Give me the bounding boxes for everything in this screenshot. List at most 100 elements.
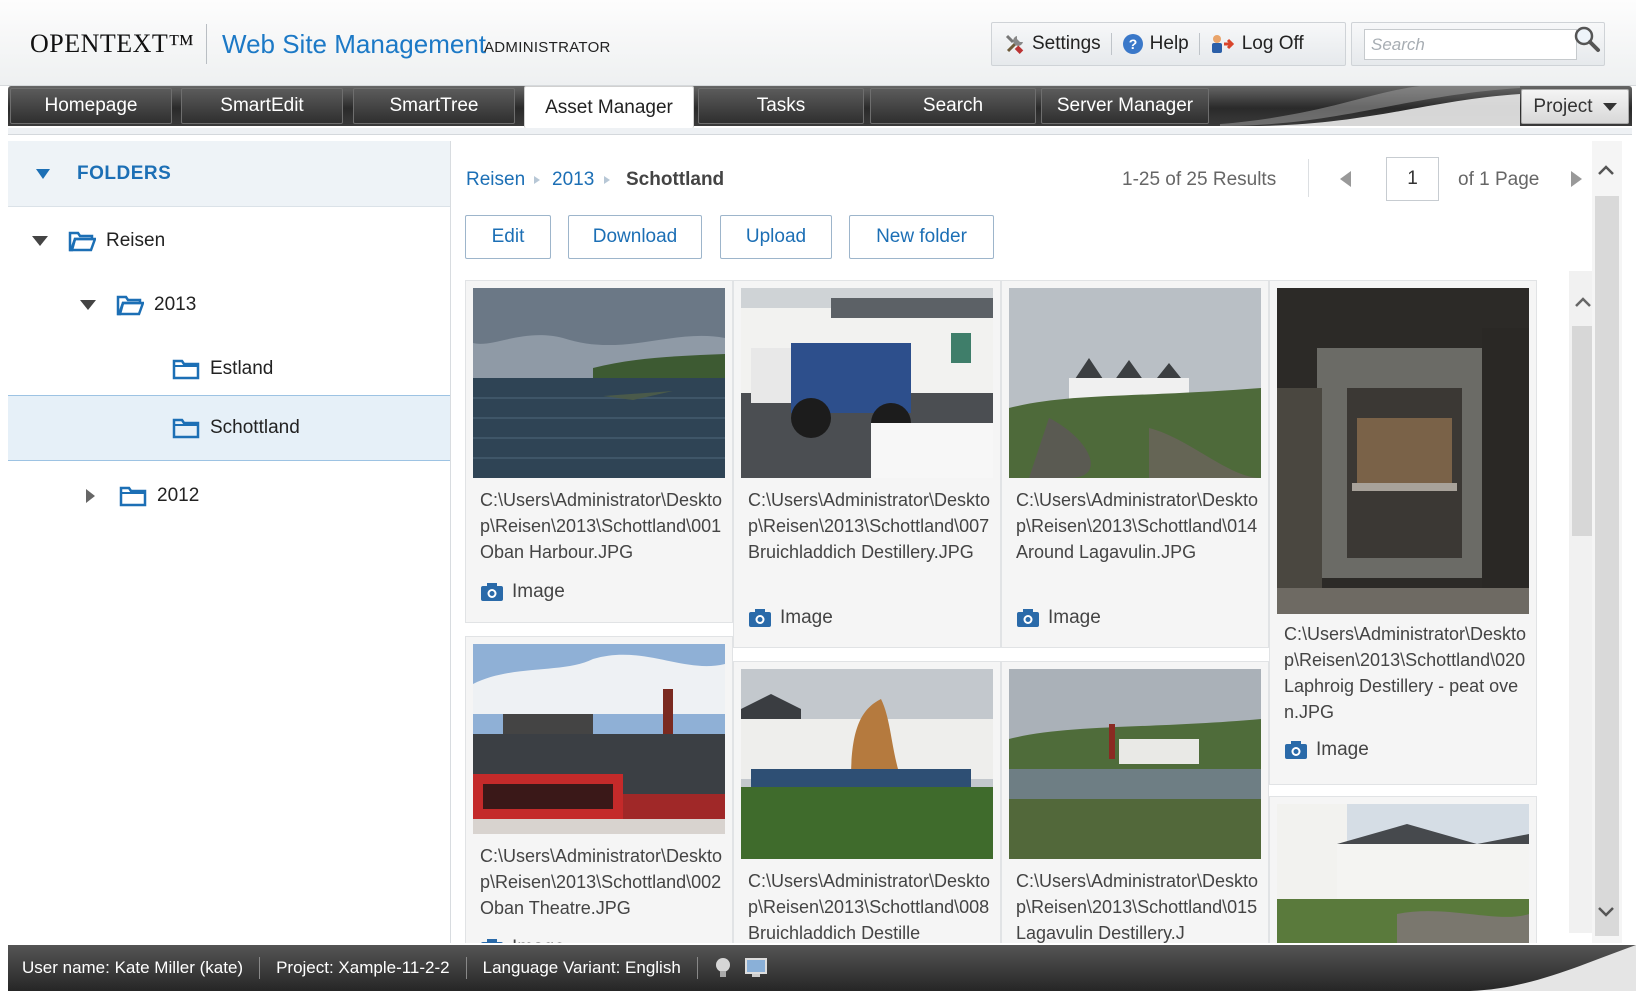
download-button[interactable]: Download	[568, 215, 702, 259]
asset-toolbar: Reisen 2013 Schottland 1-25 of 25 Result…	[452, 141, 1587, 207]
tab-smarttree[interactable]: SmartTree	[353, 88, 515, 124]
folder-icon	[119, 486, 147, 507]
tree-label: 2012	[157, 485, 200, 506]
asset-path: C:\Users\Administrator\Desktop\Reisen\20…	[1016, 871, 1259, 943]
chevron-up-icon[interactable]	[1596, 161, 1616, 181]
status-language: Language Variant: English	[482, 958, 681, 977]
asset-type-label: Image	[780, 607, 833, 628]
tree-item-2013[interactable]: 2013	[8, 272, 450, 338]
logoff-label: Log Off	[1241, 33, 1304, 54]
upload-button[interactable]: Upload	[720, 215, 832, 259]
asset-path: C:\Users\Administrator\Desktop\Reisen\20…	[480, 846, 723, 918]
asset-type: Image	[1016, 607, 1101, 629]
asset-card[interactable]: C:\Users\Administrator\Desktop\Reisen\20…	[733, 661, 1001, 943]
asset-type: Image	[480, 581, 565, 603]
divider	[1198, 33, 1200, 55]
tree-item-reisen[interactable]: Reisen	[8, 208, 450, 274]
help-label: Help	[1149, 33, 1189, 54]
divider	[1110, 33, 1112, 55]
asset-type: Image	[748, 607, 833, 629]
camera-icon	[749, 609, 771, 627]
asset-card[interactable]: C:\Users\Administrator\Desktop\Reisen\20…	[1269, 280, 1537, 785]
asset-type: Image	[1284, 739, 1369, 761]
breadcrumb-reisen[interactable]: Reisen	[466, 169, 525, 191]
asset-path: C:\Users\Administrator\Desktop\Reisen\20…	[1016, 490, 1259, 562]
nav-swoosh-decoration	[1220, 86, 1520, 126]
tree-label: Estland	[210, 358, 274, 379]
asset-type: Image	[480, 937, 565, 943]
new-folder-button[interactable]: New folder	[849, 215, 994, 259]
user-role: ADMINISTRATOR	[484, 39, 611, 56]
expand-toggle-icon[interactable]	[86, 489, 95, 503]
edit-button[interactable]: Edit	[465, 215, 551, 259]
asset-thumbnail[interactable]	[741, 288, 993, 478]
app-header: OPENTEXT™ Web Site Management ADMINISTRA…	[0, 0, 1636, 86]
breadcrumb-separator-icon	[534, 176, 540, 184]
asset-type-label: Image	[1048, 607, 1101, 628]
asset-thumbnail[interactable]	[1277, 804, 1529, 943]
tab-asset-manager[interactable]: Asset Manager	[524, 86, 694, 128]
asset-card[interactable]: C:\Users\Administrator\Desktop\Reisen\20…	[1001, 280, 1269, 648]
monitor-icon[interactable]	[744, 957, 768, 979]
folder-open-icon	[68, 231, 96, 252]
scrollbar-thumb[interactable]	[1595, 196, 1619, 936]
chevron-down-icon[interactable]	[1596, 901, 1616, 921]
asset-card[interactable]: C:\Users\Administrator\Desktop\Reisen\20…	[733, 280, 1001, 648]
asset-thumbnail[interactable]	[473, 288, 725, 478]
tools-icon	[1005, 34, 1024, 54]
asset-type-label: Image	[512, 937, 565, 943]
asset-thumbnail[interactable]	[741, 669, 993, 859]
search-icon[interactable]	[1573, 25, 1601, 53]
asset-thumbnail[interactable]	[1009, 669, 1261, 859]
camera-icon	[481, 583, 503, 601]
tree-label: Reisen	[106, 230, 166, 251]
utility-bar: Settings ? Help Log Off	[991, 22, 1346, 66]
camera-icon	[481, 939, 503, 943]
lightbulb-icon[interactable]	[714, 956, 732, 980]
tree-item-schottland[interactable]: Schottland	[8, 395, 450, 461]
asset-thumbnail[interactable]	[473, 644, 725, 834]
tab-smartedit[interactable]: SmartEdit	[181, 88, 343, 124]
expand-toggle-icon[interactable]	[32, 236, 48, 246]
help-link[interactable]: ? Help	[1122, 33, 1189, 55]
asset-panel: Reisen 2013 Schottland 1-25 of 25 Result…	[452, 141, 1636, 943]
search-input[interactable]	[1364, 29, 1577, 60]
folder-sidebar: FOLDERS Reisen 2013 Estland Schottland 2…	[8, 141, 451, 943]
folders-header[interactable]: FOLDERS	[8, 141, 450, 207]
asset-type-label: Image	[1316, 739, 1369, 760]
tab-server-manager[interactable]: Server Manager	[1041, 88, 1209, 124]
camera-icon	[1285, 741, 1307, 759]
asset-card[interactable]: C:\Users\Administrator\Desktop\Reisen\20…	[1001, 661, 1269, 943]
folder-icon	[172, 359, 200, 380]
divider	[696, 957, 698, 979]
tab-homepage[interactable]: Homepage	[10, 88, 172, 124]
svg-text:?: ?	[1128, 36, 1137, 52]
folder-open-icon	[116, 295, 144, 316]
tab-search[interactable]: Search	[870, 88, 1036, 124]
next-page-icon[interactable]	[1571, 171, 1582, 187]
asset-thumbnail[interactable]	[1009, 288, 1261, 478]
chevron-up-icon[interactable]	[1573, 293, 1593, 313]
breadcrumb-2013[interactable]: 2013	[552, 169, 594, 191]
scrollbar-thumb[interactable]	[1572, 326, 1592, 536]
logoff-link[interactable]: Log Off	[1210, 33, 1304, 55]
folder-icon	[172, 418, 200, 439]
tab-tasks[interactable]: Tasks	[698, 88, 864, 124]
page-number-input[interactable]	[1386, 157, 1439, 201]
asset-card[interactable]	[1269, 796, 1537, 943]
tree-item-estland[interactable]: Estland	[8, 336, 450, 402]
asset-card[interactable]: C:\Users\Administrator\Desktop\Reisen\20…	[465, 280, 733, 623]
logoff-icon	[1211, 35, 1234, 53]
prev-page-icon[interactable]	[1340, 171, 1351, 187]
expand-toggle-icon[interactable]	[80, 300, 96, 310]
breadcrumb-separator-icon	[604, 176, 610, 184]
asset-card[interactable]: C:\Users\Administrator\Desktop\Reisen\20…	[465, 636, 733, 943]
search-box	[1351, 22, 1605, 66]
tree-item-2012[interactable]: 2012	[8, 463, 450, 529]
app-name: Web Site Management	[222, 29, 486, 59]
settings-link[interactable]: Settings	[1004, 33, 1101, 55]
asset-thumbnail[interactable]	[1277, 288, 1529, 614]
asset-type-label: Image	[512, 581, 565, 602]
panel-scrollbar[interactable]	[1592, 141, 1622, 943]
project-dropdown[interactable]: Project	[1521, 89, 1629, 124]
